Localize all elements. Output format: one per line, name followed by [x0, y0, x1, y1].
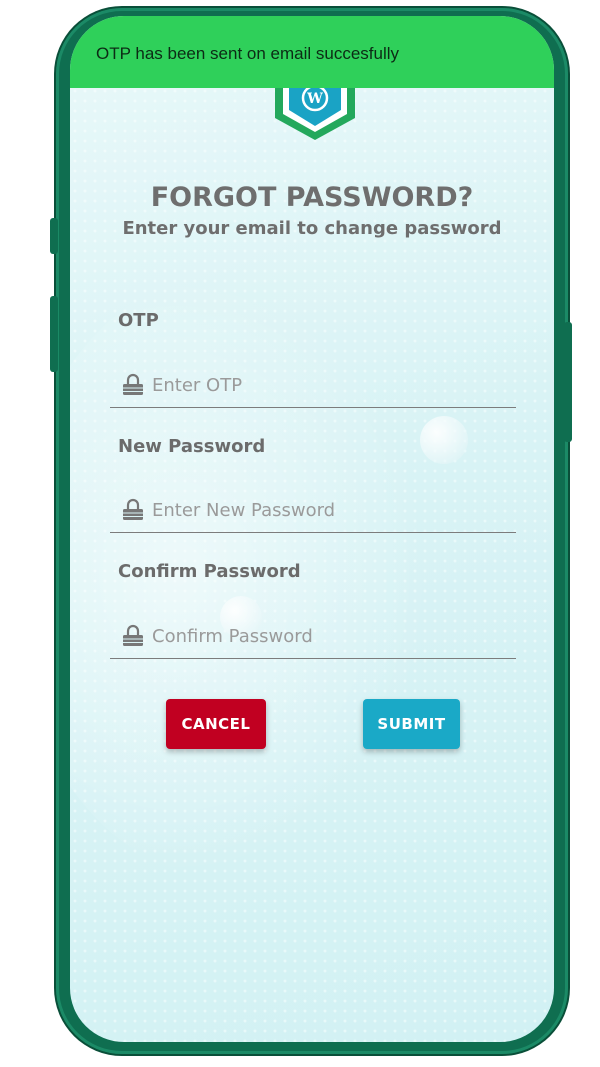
phone-power-button: [564, 322, 572, 442]
confirm-password-field: [110, 614, 516, 659]
otp-sent-toast: OTP has been sent on email succesfully: [70, 16, 554, 88]
toast-message: OTP has been sent on email succesfully: [96, 44, 400, 63]
page-subtitle: Enter your email to change password: [122, 218, 502, 239]
otp-label: OTP: [118, 310, 159, 331]
background-bubble: [420, 416, 468, 464]
new-password-field: [110, 488, 516, 533]
phone-screen: W OTP has been sent on email succesfully…: [70, 16, 554, 1042]
cancel-button[interactable]: CANCEL: [166, 699, 266, 749]
shield-logo-icon: W: [275, 88, 355, 140]
lock-icon: [123, 373, 143, 395]
confirm-password-label: Confirm Password: [118, 561, 301, 582]
phone-volume-up-button: [50, 218, 58, 254]
lock-icon: [123, 624, 143, 646]
page-title: FORGOT PASSWORD?: [150, 182, 474, 213]
confirm-password-input[interactable]: [150, 620, 504, 652]
svg-text:W: W: [306, 91, 323, 107]
phone-volume-down-button: [50, 296, 58, 372]
new-password-input[interactable]: [150, 494, 504, 526]
otp-field: [110, 363, 516, 408]
lock-icon: [123, 498, 143, 520]
submit-button[interactable]: SUBMIT: [363, 699, 460, 749]
otp-input[interactable]: [150, 369, 504, 401]
new-password-label: New Password: [118, 436, 266, 457]
